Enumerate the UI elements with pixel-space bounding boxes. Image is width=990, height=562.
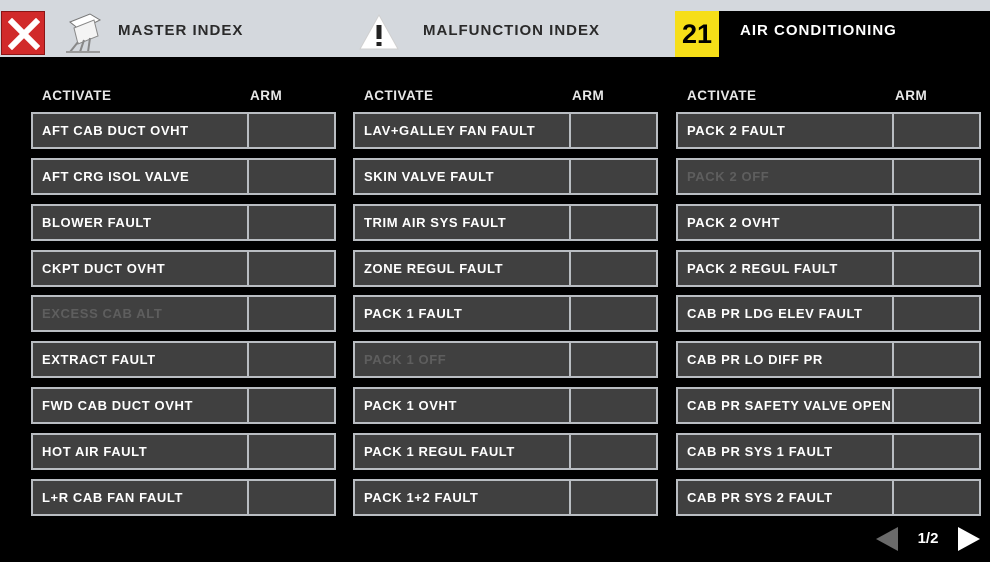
activate-button[interactable]: PACK 2 REGUL FAULT — [676, 250, 895, 287]
activate-button[interactable]: PACK 2 OVHT — [676, 204, 895, 241]
activate-button[interactable]: LAV+GALLEY FAN FAULT — [353, 112, 572, 149]
arm-button[interactable] — [569, 479, 658, 516]
arm-button[interactable] — [569, 433, 658, 470]
activate-header: ACTIVATE — [364, 88, 434, 103]
activate-header: ACTIVATE — [42, 88, 112, 103]
activate-button[interactable]: CAB PR LDG ELEV FAULT — [676, 295, 895, 332]
arm-button[interactable] — [569, 204, 658, 241]
arm-header: ARM — [250, 88, 283, 103]
aircraft-icon — [60, 6, 106, 59]
activate-button[interactable]: PACK 1+2 FAULT — [353, 479, 572, 516]
arm-button[interactable] — [892, 341, 981, 378]
activate-button[interactable]: PACK 1 OVHT — [353, 387, 572, 424]
activate-button[interactable]: ZONE REGUL FAULT — [353, 250, 572, 287]
chapter-title: AIR CONDITIONING — [740, 22, 897, 39]
arm-button[interactable] — [247, 433, 336, 470]
arm-button[interactable] — [569, 341, 658, 378]
prev-page-icon — [876, 527, 898, 551]
activate-button[interactable]: CAB PR SYS 2 FAULT — [676, 479, 895, 516]
prev-page-button[interactable] — [874, 525, 900, 558]
arm-button[interactable] — [892, 433, 981, 470]
arm-button[interactable] — [247, 204, 336, 241]
activate-button[interactable]: CAB PR SAFETY VALVE OPEN — [676, 387, 895, 424]
arm-button[interactable] — [569, 250, 658, 287]
activate-button[interactable]: TRIM AIR SYS FAULT — [353, 204, 572, 241]
activate-button[interactable]: PACK 1 REGUL FAULT — [353, 433, 572, 470]
activate-button[interactable]: SKIN VALVE FAULT — [353, 158, 572, 195]
activate-header: ACTIVATE — [687, 88, 757, 103]
arm-button[interactable] — [892, 158, 981, 195]
arm-button[interactable] — [569, 295, 658, 332]
activate-button[interactable]: AFT CAB DUCT OVHT — [31, 112, 250, 149]
arm-button[interactable] — [247, 387, 336, 424]
arm-button[interactable] — [247, 479, 336, 516]
arm-button[interactable] — [247, 295, 336, 332]
arm-button[interactable] — [569, 387, 658, 424]
activate-button[interactable]: EXCESS CAB ALT — [31, 295, 250, 332]
next-page-icon — [958, 527, 980, 551]
arm-button[interactable] — [892, 250, 981, 287]
arm-button[interactable] — [892, 112, 981, 149]
arm-header: ARM — [572, 88, 605, 103]
activate-button[interactable]: PACK 2 OFF — [676, 158, 895, 195]
arm-button[interactable] — [892, 295, 981, 332]
activate-button[interactable]: L+R CAB FAN FAULT — [31, 479, 250, 516]
activate-button[interactable]: EXTRACT FAULT — [31, 341, 250, 378]
chapter-number-badge: 21 — [675, 11, 719, 57]
activate-button[interactable]: CAB PR LO DIFF PR — [676, 341, 895, 378]
next-page-button[interactable] — [956, 525, 982, 558]
master-index-button[interactable]: MASTER INDEX — [118, 22, 243, 39]
close-button[interactable] — [1, 11, 45, 55]
close-icon — [8, 18, 40, 50]
activate-button[interactable]: FWD CAB DUCT OVHT — [31, 387, 250, 424]
warning-icon — [358, 13, 400, 56]
page-indicator: 1/2 — [917, 530, 939, 547]
activate-button[interactable]: PACK 2 FAULT — [676, 112, 895, 149]
arm-button[interactable] — [892, 479, 981, 516]
malfunction-index-button[interactable]: MALFUNCTION INDEX — [423, 22, 600, 39]
activate-button[interactable]: CAB PR SYS 1 FAULT — [676, 433, 895, 470]
arm-button[interactable] — [247, 112, 336, 149]
arm-button[interactable] — [569, 158, 658, 195]
arm-button[interactable] — [892, 204, 981, 241]
arm-header: ARM — [895, 88, 928, 103]
arm-button[interactable] — [247, 250, 336, 287]
activate-button[interactable]: HOT AIR FAULT — [31, 433, 250, 470]
activate-button[interactable]: PACK 1 OFF — [353, 341, 572, 378]
arm-button[interactable] — [892, 387, 981, 424]
activate-button[interactable]: AFT CRG ISOL VALVE — [31, 158, 250, 195]
activate-button[interactable]: CKPT DUCT OVHT — [31, 250, 250, 287]
arm-button[interactable] — [569, 112, 658, 149]
activate-button[interactable]: PACK 1 FAULT — [353, 295, 572, 332]
arm-button[interactable] — [247, 341, 336, 378]
arm-button[interactable] — [247, 158, 336, 195]
activate-button[interactable]: BLOWER FAULT — [31, 204, 250, 241]
